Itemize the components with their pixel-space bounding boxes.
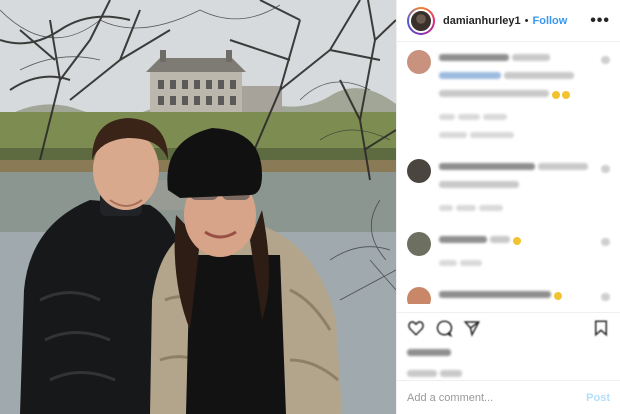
comment-like-icon[interactable] <box>601 56 610 64</box>
comment-item <box>407 50 610 145</box>
add-comment-bar: Post <box>397 380 620 414</box>
comment-like-icon[interactable] <box>601 165 610 173</box>
comment-item <box>407 232 610 273</box>
bookmark-icon[interactable] <box>592 319 610 337</box>
separator-dot: • <box>524 14 529 27</box>
more-dots-icon[interactable]: ••• <box>590 12 610 28</box>
follow-button[interactable]: Follow <box>533 15 568 27</box>
add-comment-input[interactable] <box>407 391 587 404</box>
photo-scene <box>0 0 396 414</box>
comment-meta <box>439 109 597 145</box>
commenter-avatar[interactable] <box>407 159 431 183</box>
comment-icon[interactable] <box>435 319 453 337</box>
comment-text-blurred <box>439 287 597 304</box>
comment-item <box>407 159 610 218</box>
comments-list <box>397 42 620 304</box>
commenter-avatar[interactable] <box>407 287 431 304</box>
comment-like-icon[interactable] <box>601 238 610 246</box>
post-actions <box>397 312 620 377</box>
comment-text-blurred <box>439 232 597 273</box>
share-icon[interactable] <box>463 319 481 337</box>
comment-text-blurred <box>439 50 597 145</box>
comment-text-blurred <box>439 159 597 218</box>
likes-count-blurred[interactable] <box>407 345 610 363</box>
post-sidebar: damianhurley1 • Follow ••• Add a comment… <box>396 0 620 414</box>
commenter-avatar[interactable] <box>407 232 431 256</box>
comment-meta <box>439 200 597 218</box>
username-link[interactable]: damianhurley1 <box>443 15 521 27</box>
avatar <box>409 8 433 33</box>
comment-item <box>407 287 610 304</box>
post-header: damianhurley1 • Follow ••• <box>397 0 620 42</box>
comment-meta <box>439 255 597 273</box>
commenter-avatar[interactable] <box>407 50 431 74</box>
post-comment-button[interactable]: Post <box>586 392 610 404</box>
post-photo[interactable] <box>0 0 396 414</box>
heart-icon[interactable] <box>407 319 425 337</box>
profile-avatar-icon[interactable] <box>407 6 435 35</box>
comment-like-icon[interactable] <box>601 293 610 301</box>
